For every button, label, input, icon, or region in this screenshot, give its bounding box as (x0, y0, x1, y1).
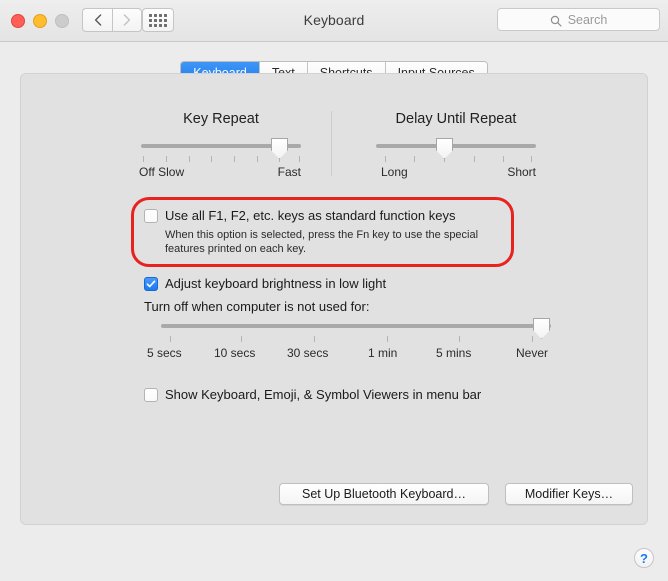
modifier-keys-button[interactable]: Modifier Keys… (505, 483, 633, 505)
brightness-timeout-track[interactable] (161, 324, 551, 328)
search-placeholder: Search (567, 12, 608, 27)
delay-until-repeat-track[interactable] (376, 144, 536, 148)
show-viewers-checkbox-row[interactable]: Show Keyboard, Emoji, & Symbol Viewers i… (144, 387, 481, 403)
window-titlebar: Keyboard Search (0, 0, 668, 42)
brightness-timeout-option-30-secs[interactable]: 30 secs (287, 346, 328, 360)
function-keys-checkbox[interactable] (144, 209, 158, 223)
brightness-timeout-option-10-secs[interactable]: 10 secs (214, 346, 255, 360)
brightness-timeout-option-5-mins[interactable]: 5 mins (436, 346, 471, 360)
brightness-timeout-ticks (161, 336, 551, 342)
help-button[interactable]: ? (634, 548, 654, 568)
brightness-timeout-option-never[interactable]: Never (516, 346, 548, 360)
search-icon (550, 14, 562, 27)
delay-until-repeat-min-label: Long (381, 165, 408, 179)
function-keys-description: When this option is selected, press the … (165, 229, 479, 255)
function-keys-checkbox-row[interactable]: Use all F1, F2, etc. keys as standard fu… (144, 208, 455, 224)
brightness-checkbox-row[interactable]: Adjust keyboard brightness in low light (144, 276, 386, 292)
show-viewers-checkbox[interactable] (144, 388, 158, 402)
keyboard-settings-panel: Key Repeat Off Slow Fast Delay Until Rep… (20, 73, 648, 525)
function-keys-label: Use all F1, F2, etc. keys as standard fu… (165, 208, 456, 223)
show-viewers-label: Show Keyboard, Emoji, & Symbol Viewers i… (165, 387, 482, 402)
delay-until-repeat-ticks (376, 156, 536, 162)
slider-section-divider (331, 111, 332, 176)
delay-until-repeat-title: Delay Until Repeat (395, 111, 517, 127)
delay-until-repeat-max-label: Short (507, 165, 536, 179)
key-repeat-ticks (141, 156, 301, 162)
search-input[interactable]: Search (497, 8, 660, 31)
brightness-timeout-label: Turn off when computer is not used for: (144, 299, 370, 314)
brightness-checkbox[interactable] (144, 277, 158, 291)
key-repeat-min-label: Off Slow (139, 165, 185, 179)
brightness-timeout-option-5-secs[interactable]: 5 secs (147, 346, 182, 360)
brightness-timeout-option-1-min[interactable]: 1 min (368, 346, 397, 360)
checkmark-icon (146, 280, 156, 288)
set-up-bluetooth-keyboard-button[interactable]: Set Up Bluetooth Keyboard… (279, 483, 489, 505)
key-repeat-max-label: Fast (277, 165, 301, 179)
key-repeat-title: Key Repeat (183, 111, 259, 127)
brightness-label: Adjust keyboard brightness in low light (165, 276, 387, 291)
